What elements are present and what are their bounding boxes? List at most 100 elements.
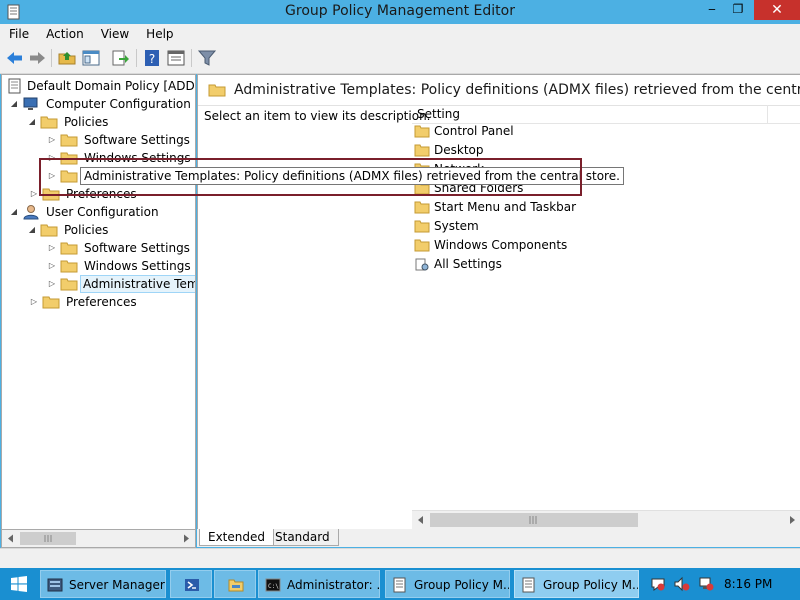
group-policy-icon	[522, 577, 535, 593]
tree-label: Policies	[64, 115, 109, 129]
tree-item-user-configuration[interactable]: ◢ User Configuration	[2, 203, 195, 221]
network-disconnected-icon[interactable]	[698, 576, 714, 592]
tree-item-windows-settings[interactable]: ▷ Windows Settings	[2, 257, 195, 275]
all-settings-icon	[415, 258, 429, 271]
show-hide-tree-icon[interactable]	[81, 49, 101, 67]
folder-icon	[60, 260, 78, 273]
file-explorer-icon	[228, 579, 244, 592]
collapse-arrow-icon[interactable]: ◢	[27, 221, 37, 239]
up-folder-icon[interactable]	[57, 49, 77, 67]
start-windows-icon[interactable]	[11, 576, 27, 592]
tree-item-software-settings[interactable]: ▷ Software Settings	[2, 239, 195, 257]
results-header: Administrative Templates: Policy definit…	[198, 75, 800, 106]
window-title: Group Policy Management Editor	[285, 3, 515, 19]
tree-label: User Configuration	[46, 205, 159, 219]
help-icon[interactable]: ?	[142, 49, 162, 67]
expand-arrow-icon[interactable]: ▷	[47, 131, 57, 149]
scrollbar-graphic	[8, 532, 189, 545]
folder-icon	[414, 125, 430, 138]
toolbar-separator	[136, 49, 137, 67]
taskbar-label: Server Manager	[69, 578, 165, 592]
status-bar	[0, 548, 800, 569]
app-window: Group Policy Management Editor ‒ ❐ ✕ Fil…	[0, 0, 800, 569]
tree-label: Default Domain Policy [ADDS01	[27, 79, 195, 93]
tree-item-preferences[interactable]: ▷ Preferences	[2, 293, 195, 311]
list-item-label: Control Panel	[434, 124, 514, 138]
taskbar-group-policy-management[interactable]: Group Policy M...	[385, 570, 510, 598]
tree-label: Software Settings	[84, 133, 190, 147]
tree-item-computer-configuration[interactable]: ◢ Computer Configuration	[2, 95, 195, 113]
tree-label: Preferences	[66, 295, 137, 309]
console-tree[interactable]: Default Domain Policy [ADDS01 ◢ Computer…	[1, 74, 196, 531]
taskbar-label: Administrator: ...	[287, 578, 380, 592]
filter-icon[interactable]	[197, 49, 217, 67]
close-button[interactable]: ✕	[754, 0, 800, 20]
user-icon	[23, 205, 39, 220]
title-bar[interactable]: Group Policy Management Editor ‒ ❐ ✕	[0, 0, 800, 24]
svg-text:?: ?	[149, 52, 155, 66]
collapse-arrow-icon[interactable]: ◢	[9, 203, 19, 221]
description-text: Select an item to view its description.	[204, 109, 431, 123]
taskbar-file-explorer[interactable]	[214, 570, 256, 598]
tree-horizontal-scrollbar[interactable]	[1, 529, 196, 548]
collapse-arrow-icon[interactable]: ◢	[9, 95, 19, 113]
back-icon[interactable]	[5, 49, 25, 67]
folder-icon	[40, 224, 58, 237]
folder-icon	[40, 116, 58, 129]
computer-icon	[23, 97, 38, 110]
collapse-arrow-icon[interactable]: ◢	[27, 113, 37, 131]
tree-item-policies[interactable]: ◢ Policies	[2, 113, 195, 131]
taskbar-group-policy-editor-active[interactable]: Group Policy M...	[514, 570, 639, 598]
taskbar-administrator-cmd[interactable]: C:\ Administrator: ...	[258, 570, 380, 598]
list-item-label: All Settings	[434, 257, 502, 271]
folder-icon	[414, 201, 430, 214]
tab-standard[interactable]: Standard	[267, 529, 339, 546]
tree-item-software-settings[interactable]: ▷ Software Settings	[2, 131, 195, 149]
menu-view[interactable]: View	[92, 24, 137, 44]
folder-icon	[60, 242, 78, 255]
results-horizontal-scrollbar[interactable]	[412, 510, 800, 529]
expand-arrow-icon[interactable]: ▷	[47, 275, 57, 293]
list-item-label: System	[434, 219, 479, 233]
folder-icon	[60, 134, 78, 147]
scrollbar-graphic	[418, 513, 795, 527]
taskbar-powershell[interactable]	[170, 570, 212, 598]
tree-item-administrative-templates-selected[interactable]: ▷ Administrative Templ	[2, 275, 195, 293]
tree-label: Software Settings	[84, 241, 190, 255]
view-tabs: Extended Standard	[197, 529, 800, 547]
menu-file[interactable]: File	[0, 24, 37, 44]
tree-item-policies[interactable]: ◢ Policies	[2, 221, 195, 239]
export-list-icon[interactable]	[110, 49, 130, 67]
menu-help[interactable]: Help	[137, 24, 181, 44]
policy-document-icon	[8, 78, 21, 94]
properties-icon[interactable]	[166, 49, 186, 67]
menu-action[interactable]: Action	[37, 24, 92, 44]
minimize-button[interactable]: ‒	[699, 0, 725, 20]
annotation-highlight-box	[39, 158, 582, 196]
expand-arrow-icon[interactable]: ▷	[47, 239, 57, 257]
maximize-button[interactable]: ❐	[725, 0, 751, 20]
expand-arrow-icon[interactable]: ▷	[29, 185, 39, 203]
taskbar-server-manager[interactable]: Server Manager	[40, 570, 166, 598]
toolbar-separator	[51, 49, 52, 67]
forward-icon[interactable]	[27, 49, 47, 67]
command-prompt-icon: C:\	[265, 578, 281, 592]
results-header-title: Administrative Templates: Policy definit…	[234, 82, 800, 98]
group-policy-icon	[393, 577, 406, 593]
folder-icon	[208, 84, 226, 97]
tree-label: Computer Configuration	[46, 97, 191, 111]
taskbar-label: Group Policy M...	[414, 578, 510, 592]
toolbar-separator	[191, 49, 192, 67]
expand-arrow-icon[interactable]: ▷	[47, 257, 57, 275]
server-manager-icon	[47, 578, 63, 592]
results-pane: Administrative Templates: Policy definit…	[197, 74, 800, 531]
tree-item-root[interactable]: Default Domain Policy [ADDS01	[2, 77, 195, 95]
list-item-label: Start Menu and Taskbar	[434, 200, 577, 214]
system-clock[interactable]: 8:16 PM	[724, 568, 772, 600]
setting-column-header[interactable]: Setting	[412, 105, 768, 123]
action-center-icon[interactable]	[650, 576, 666, 592]
powershell-icon	[185, 579, 199, 591]
expand-arrow-icon[interactable]: ▷	[29, 293, 39, 311]
tab-extended[interactable]: Extended	[199, 529, 274, 546]
volume-muted-icon[interactable]	[674, 576, 690, 592]
